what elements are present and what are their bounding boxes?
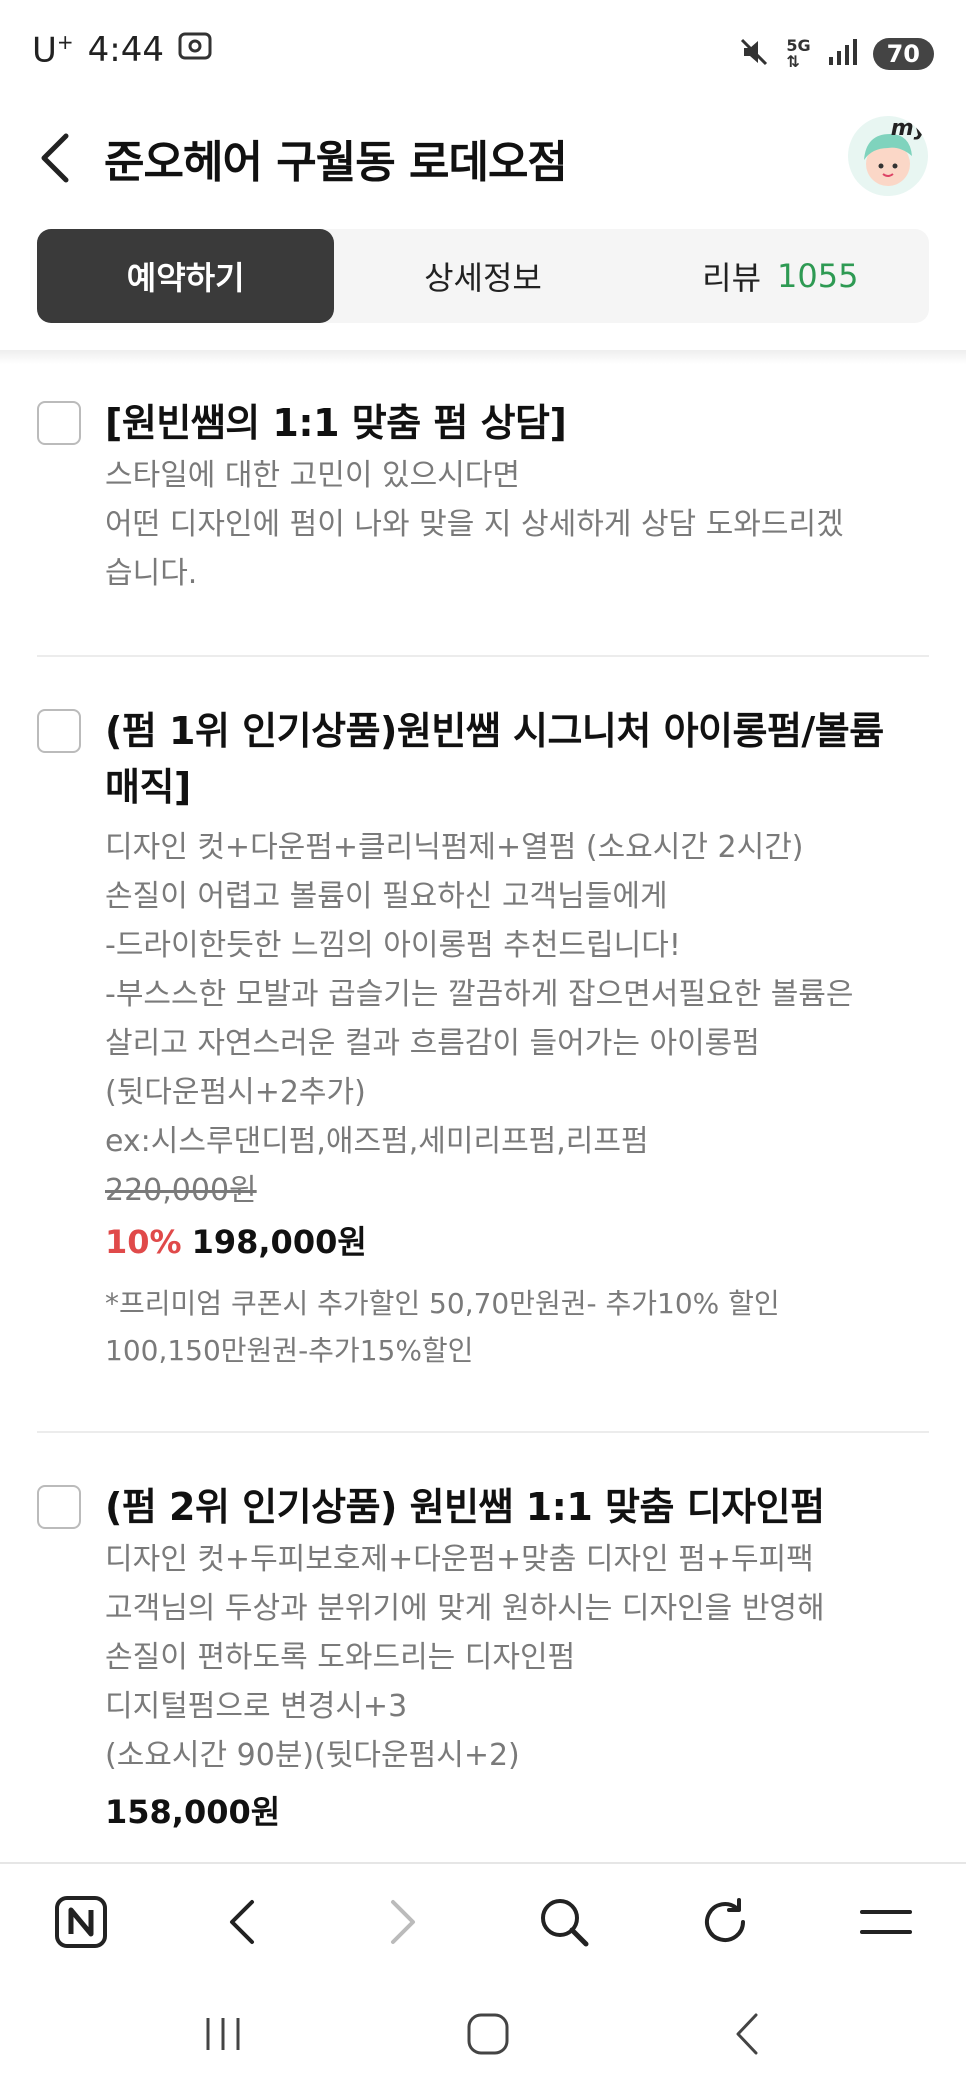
page-title: 준오헤어 구월동 로데오점: [104, 137, 568, 188]
service-description: 스타일에 대한 고민이 있으시다면 어떤 디자인에 펌이 나와 맞을 지 상세하…: [105, 458, 844, 591]
refresh-icon[interactable]: [690, 1887, 760, 1957]
browser-toolbar: [0, 1862, 966, 1980]
service-item[interactable]: (펌 2위 인기상품) 원빈쌤 1:1 맞춤 디자인펌 디자인 컷+두피보호제+…: [37, 1479, 929, 1838]
back-icon[interactable]: [207, 1887, 277, 1957]
menu-icon[interactable]: [851, 1887, 921, 1957]
original-price: 220,000원: [105, 1173, 257, 1208]
service-checkbox[interactable]: [37, 1485, 81, 1529]
service-item[interactable]: [원빈쌤의 1:1 맞춤 펌 상담] 스타일에 대한 고민이 있으시다면 어떤 …: [37, 395, 929, 598]
tab-reservation[interactable]: 예약하기: [37, 229, 335, 323]
service-title: (펌 2위 인기상품) 원빈쌤 1:1 맞춤 디자인펌: [105, 1485, 825, 1529]
sale-price: 198,000원: [191, 1223, 367, 1261]
sale-price: 158,000원: [105, 1793, 281, 1831]
service-checkbox[interactable]: [37, 401, 81, 445]
header-shadow: [0, 350, 966, 364]
naver-home-icon[interactable]: [46, 1887, 116, 1957]
avatar-my-label: my: [890, 116, 928, 141]
tab-details[interactable]: 상세정보: [334, 229, 631, 323]
status-bar: U+ 4:44 5G ⇅ 70: [0, 0, 966, 110]
service-title: [원빈쌤의 1:1 맞춤 펌 상담]: [105, 401, 567, 445]
coupon-note: *프리미엄 쿠폰시 추가할인 50,70만원권- 추가10% 할인 100,15…: [105, 1287, 780, 1367]
search-icon[interactable]: [529, 1887, 599, 1957]
service-checkbox[interactable]: [37, 709, 81, 753]
my-avatar-button[interactable]: my: [848, 116, 928, 196]
forward-icon[interactable]: [368, 1887, 438, 1957]
service-title: (펌 1위 인기상품)원빈쌤 시그니처 아이롱펌/볼륨 매직]: [105, 709, 884, 809]
home-icon[interactable]: [463, 2009, 513, 2063]
carrier-label: U+: [32, 30, 74, 71]
mute-icon: [738, 36, 770, 72]
tab-bar: 예약하기 상세정보 리뷰 1055: [37, 229, 929, 323]
divider: [37, 1431, 929, 1433]
service-description: 디자인 컷+다운펌+클리닉펌제+열펌 (소요시간 2시간) 손질이 어렵고 볼륨…: [105, 830, 854, 1159]
back-button[interactable]: [36, 128, 96, 198]
review-count: 1055: [777, 257, 859, 295]
screenshot-icon: [178, 30, 212, 70]
header: 준오헤어 구월동 로데오점 my: [0, 110, 966, 220]
service-description: 디자인 컷+두피보호제+다운펌+맞춤 디자인 펌+두피팩 고객님의 두상과 분위…: [105, 1542, 825, 1773]
clock: 4:44: [87, 30, 165, 71]
service-item[interactable]: (펌 1위 인기상품)원빈쌤 시그니처 아이롱펌/볼륨 매직] 디자인 컷+다운…: [37, 703, 929, 1374]
tab-reviews[interactable]: 리뷰 1055: [632, 229, 929, 323]
network-5g-icon: 5G ⇅: [786, 36, 811, 71]
divider: [37, 655, 929, 657]
system-navigation-bar: [0, 1978, 966, 2093]
recent-apps-icon[interactable]: [198, 2014, 248, 2058]
battery-indicator: 70: [872, 38, 934, 70]
price-row: 10% 198,000원: [105, 1216, 929, 1268]
system-back-icon[interactable]: [728, 2009, 768, 2063]
signal-icon: [827, 37, 857, 71]
discount-rate: 10%: [105, 1223, 182, 1261]
